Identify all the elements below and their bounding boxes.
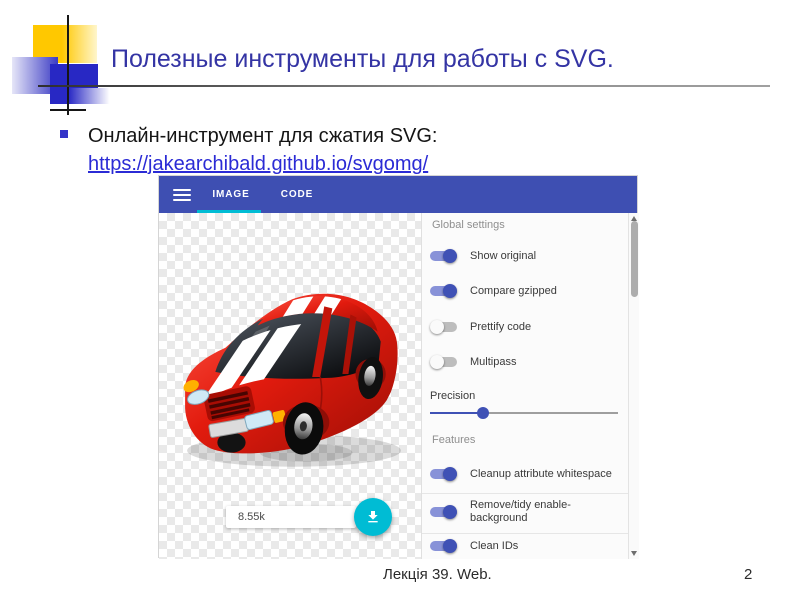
slider-thumb[interactable] <box>476 407 489 419</box>
file-size-badge: 8.55k <box>226 506 356 528</box>
image-canvas: 8.55k <box>159 213 421 559</box>
toggle-label: Cleanup attribute whitespace <box>470 467 612 480</box>
page-title: Полезные инструменты для работы с SVG. <box>111 45 614 73</box>
global-settings-label: Global settings <box>432 219 505 231</box>
svgomg-link[interactable]: https://jakearchibald.github.io/svgomg/ <box>88 153 428 175</box>
toggle-multipass[interactable] <box>430 355 457 369</box>
deco-vertical-line <box>67 15 69 115</box>
toggle-remove-tidy-enable-background[interactable] <box>430 505 457 519</box>
title-divider-line <box>38 85 770 87</box>
divider <box>422 493 628 494</box>
toggle-compare-gzipped[interactable] <box>430 284 457 298</box>
toggle-label: Compare gzipped <box>470 284 557 297</box>
toggle-label: Show original <box>470 249 537 262</box>
car-image <box>183 293 401 467</box>
bullet-icon <box>60 130 68 138</box>
precision-label: Precision <box>430 390 476 402</box>
slide: Полезные инструменты для работы с SVG. О… <box>0 0 800 600</box>
toggle-row: Cleanup attribute whitespace <box>430 467 624 481</box>
file-size-text: 8.55k <box>238 511 265 523</box>
toggle-row: Multipass <box>430 355 624 369</box>
settings-panel: Global settings Show original Compare gz… <box>421 213 628 559</box>
bullet-text: Онлайн-инструмент для сжатия SVG: <box>88 125 438 147</box>
scrollbar-thumb[interactable] <box>631 221 638 297</box>
toggle-prettify-code[interactable] <box>430 320 457 334</box>
deco-blue-fade-strip <box>50 88 112 104</box>
toggle-row: Compare gzipped <box>430 284 624 298</box>
features-label: Features <box>432 434 476 446</box>
svgomg-screenshot: IMAGE CODE 8.55k Global settings Show or… <box>158 175 639 559</box>
tab-image[interactable]: IMAGE <box>201 189 261 200</box>
toggle-row: Prettify code <box>430 320 624 334</box>
toggle-row: Remove/tidy enable-background <box>430 499 624 525</box>
toggle-label: Prettify code <box>470 320 532 333</box>
toggle-label: Multipass <box>470 355 517 368</box>
deco-tick-line <box>50 109 86 111</box>
svgomg-toolbar: IMAGE CODE <box>159 176 637 213</box>
footer-lecture-label: Лекція 39. Web. <box>383 566 492 583</box>
toggle-clean-ids[interactable] <box>430 539 457 553</box>
precision-slider[interactable] <box>430 406 618 420</box>
toggle-row: Clean IDs <box>430 539 624 553</box>
slider-fill <box>430 412 483 414</box>
menu-icon[interactable] <box>173 189 191 204</box>
toggle-cleanup-attribute-whitespace[interactable] <box>430 467 457 481</box>
toggle-row: Show original <box>430 249 624 263</box>
page-number: 2 <box>744 566 753 583</box>
download-button[interactable] <box>354 498 392 536</box>
toggle-show-original[interactable] <box>430 249 457 263</box>
scrollbar[interactable] <box>628 213 639 559</box>
bullet-block: Онлайн-инструмент для сжатия SVG: https:… <box>88 122 437 178</box>
scroll-down-icon[interactable] <box>631 551 637 556</box>
toggle-label: Clean IDs <box>470 539 519 552</box>
toggle-label: Remove/tidy enable-background <box>470 499 571 524</box>
tab-code[interactable]: CODE <box>269 189 325 200</box>
download-icon <box>368 511 378 523</box>
divider <box>422 533 628 534</box>
